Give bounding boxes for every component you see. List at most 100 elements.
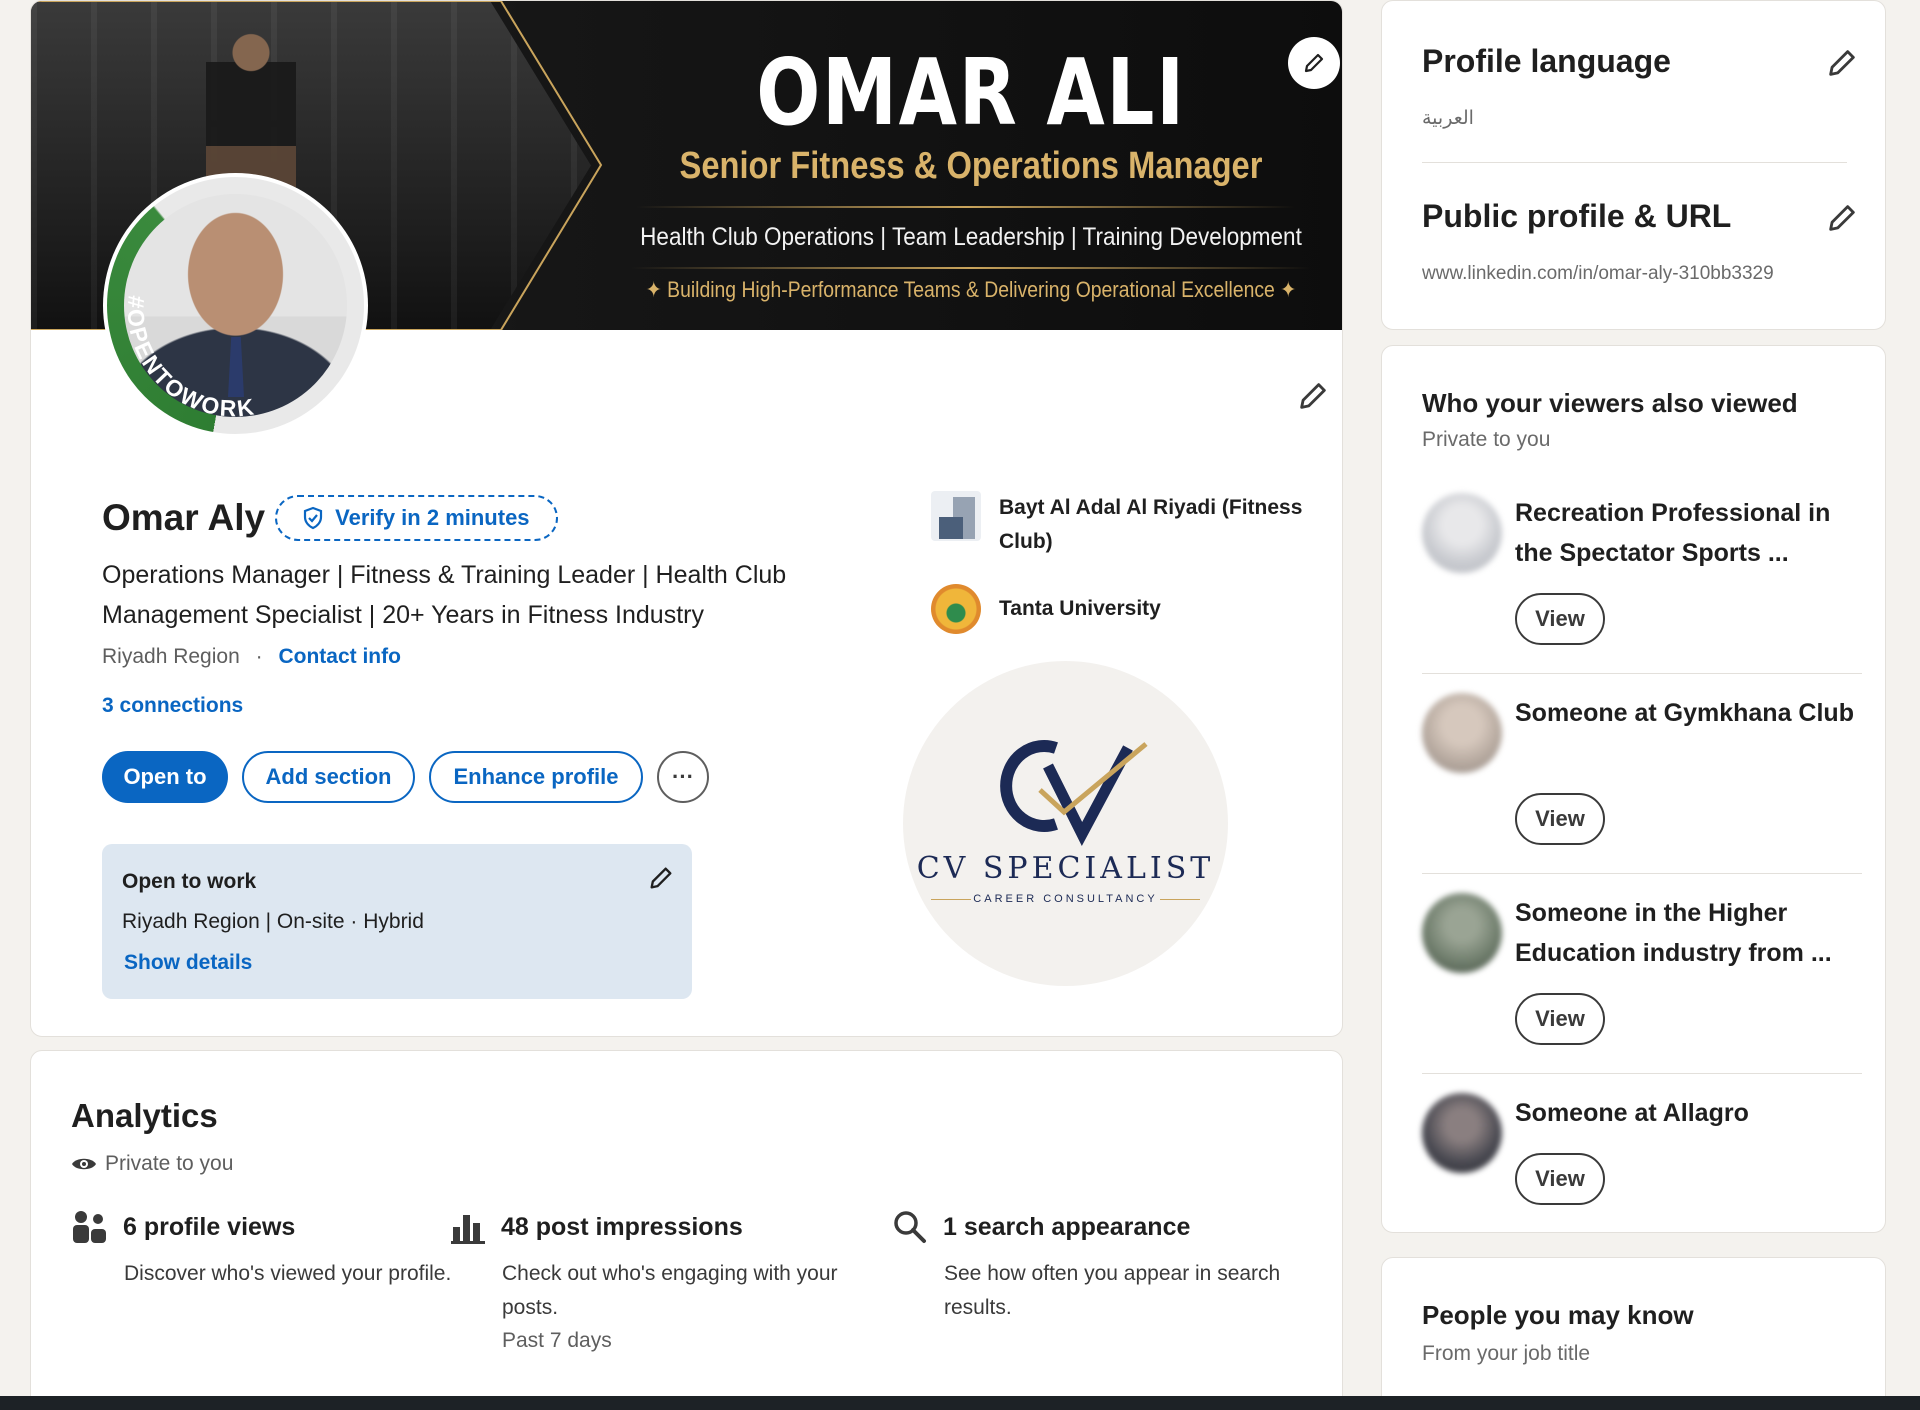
- divider: [1422, 673, 1862, 674]
- name-row: Omar Aly Verify in 2 minutes: [102, 495, 558, 541]
- viewers-subtitle: Private to you: [1422, 428, 1551, 451]
- public-profile-title: Public profile & URL: [1422, 198, 1732, 234]
- analytics-title: Analytics: [71, 1097, 218, 1134]
- profile-language-title: Profile language: [1422, 43, 1671, 79]
- separator-dot: ·: [255, 645, 263, 668]
- pencil-icon: [1829, 205, 1855, 231]
- profile-settings-card: Profile language العربية Public profile …: [1381, 0, 1886, 330]
- divider: [1422, 162, 1847, 163]
- metric-description: Check out who's engaging with your posts…: [502, 1262, 838, 1319]
- profile-card: OMAR ALI Senior Fitness & Operations Man…: [30, 0, 1343, 1037]
- view-button[interactable]: View: [1515, 793, 1605, 845]
- pymk-subtitle: From your job title: [1422, 1342, 1591, 1365]
- profile-name: Omar Aly: [102, 497, 266, 538]
- shield-check-icon: [304, 506, 323, 530]
- public-profile-url: www.linkedin.com/in/omar-aly-310bb3329: [1422, 263, 1774, 284]
- pencil-icon: [1304, 53, 1324, 73]
- divider: [1422, 873, 1862, 874]
- metric-description: Discover who's viewed your profile.: [124, 1262, 452, 1285]
- viewer-name: Someone in the Higher Education industry…: [1515, 899, 1832, 967]
- metric-footnote: Past 7 days: [502, 1329, 612, 1352]
- banner-name: OMAR ALI: [756, 39, 1186, 146]
- company-logo: [931, 491, 981, 541]
- divider: [1422, 1073, 1862, 1074]
- metric-title: 1 search appearance: [943, 1212, 1191, 1241]
- current-company[interactable]: Bayt Al Adal Al Riyadi (Fitness Club): [931, 491, 1341, 559]
- metric-profile-views[interactable]: 6 profile views Discover who's viewed yo…: [71, 1209, 451, 1291]
- verify-button[interactable]: Verify in 2 minutes: [275, 495, 558, 541]
- edit-intro-button[interactable]: [1293, 376, 1333, 416]
- bottom-bar: [0, 1396, 1920, 1410]
- open-to-work-frame: #OPENTOWORK: [107, 177, 364, 434]
- metric-title: 6 profile views: [123, 1212, 296, 1241]
- profile-headline: Operations Manager | Fitness & Training …: [102, 561, 787, 629]
- profile-location: Riyadh Region: [102, 645, 240, 668]
- open-to-work-title: Open to work: [122, 870, 257, 893]
- analytics-privacy: Private to you: [71, 1152, 233, 1176]
- edit-profile-language-button[interactable]: [1822, 43, 1862, 83]
- education-school[interactable]: Tanta University: [931, 584, 1341, 634]
- show-details-link[interactable]: Show details: [124, 951, 252, 975]
- profile-actions: Open to Add section Enhance profile ···: [102, 751, 709, 803]
- open-to-button[interactable]: Open to: [102, 751, 228, 803]
- analytics-card: Analytics Private to you 6 profile views…: [30, 1050, 1343, 1410]
- viewer-name: Recreation Professional in the Spectator…: [1515, 499, 1831, 567]
- profile-photo[interactable]: #OPENTOWORK: [103, 173, 368, 438]
- pymk-title: People you may know: [1422, 1300, 1694, 1330]
- open-to-work-card: Open to work Riyadh Region | On-site · H…: [102, 844, 692, 999]
- view-button[interactable]: View: [1515, 993, 1605, 1045]
- view-button[interactable]: View: [1515, 1153, 1605, 1205]
- contact-info-link[interactable]: Contact info: [278, 645, 400, 668]
- metric-description: See how often you appear in search resul…: [944, 1262, 1281, 1319]
- viewer-name: Someone at Gymkhana Club: [1515, 699, 1854, 727]
- people-you-may-know-card: People you may know From your job title: [1381, 1257, 1886, 1410]
- svg-text:#OPENTOWORK: #OPENTOWORK: [122, 295, 257, 422]
- edit-public-profile-button[interactable]: [1822, 198, 1862, 238]
- avatar: [1422, 693, 1502, 773]
- list-item[interactable]: Recreation Professional in the Spectator…: [1422, 493, 1862, 674]
- open-to-work-detail: Riyadh Region | On-site · Hybrid: [122, 910, 424, 933]
- avatar: [1422, 493, 1502, 573]
- profile-language-value: العربية: [1422, 108, 1474, 129]
- eye-icon: [72, 1158, 96, 1170]
- viewers-title: Who your viewers also viewed: [1422, 388, 1798, 418]
- list-item[interactable]: Someone at Gymkhana Club View: [1422, 693, 1862, 874]
- cv-monogram-icon: [1000, 740, 1148, 846]
- add-section-button[interactable]: Add section: [242, 751, 415, 803]
- cv-logo-rule: [1160, 899, 1200, 900]
- more-actions-button[interactable]: ···: [657, 751, 709, 803]
- verify-label: Verify in 2 minutes: [335, 505, 530, 530]
- banner-title: Senior Fitness & Operations Manager: [679, 145, 1263, 187]
- viewer-name: Someone at Allagro: [1515, 1099, 1749, 1127]
- avatar: [1422, 893, 1502, 973]
- list-item[interactable]: Someone in the Higher Education industry…: [1422, 893, 1862, 1074]
- pencil-icon: [1829, 50, 1855, 76]
- company-name: Bayt Al Adal Al Riyadi (Fitness Club): [999, 496, 1303, 553]
- connections-link[interactable]: 3 connections: [102, 694, 243, 718]
- search-icon: [894, 1211, 926, 1243]
- edit-open-to-work-button[interactable]: [647, 864, 675, 897]
- location-row: Riyadh Region · Contact info: [102, 645, 401, 669]
- metric-post-impressions[interactable]: 48 post impressions Check out who's enga…: [449, 1209, 838, 1353]
- enhance-profile-button[interactable]: Enhance profile: [429, 751, 643, 803]
- cv-specialist-logo: CV SPECIALIST CAREER CONSULTANCY: [903, 661, 1228, 986]
- banner-tagline: ✦ Building High-Performance Teams & Deli…: [645, 277, 1297, 302]
- cv-logo-name: CV SPECIALIST: [916, 851, 1215, 886]
- people-icon: [73, 1211, 106, 1243]
- banner-divider: [636, 206, 1296, 208]
- opentowork-ring-label: #OPENTOWORK: [122, 295, 257, 422]
- list-item[interactable]: Someone at Allagro View: [1422, 1093, 1847, 1223]
- bar-chart-icon: [451, 1215, 485, 1244]
- viewers-also-viewed-card: Who your viewers also viewed Private to …: [1381, 345, 1886, 1233]
- opentowork-text: #OPENTOWORK: [122, 295, 255, 422]
- pencil-icon: [650, 867, 672, 889]
- school-logo: [931, 584, 981, 634]
- banner-specialties: Health Club Operations | Team Leadership…: [640, 223, 1302, 251]
- avatar: [1422, 1093, 1502, 1173]
- view-button[interactable]: View: [1515, 593, 1605, 645]
- pencil-icon: [1300, 383, 1326, 409]
- school-name: Tanta University: [999, 597, 1161, 620]
- metric-search-appearance[interactable]: 1 search appearance See how often you ap…: [891, 1209, 1280, 1325]
- analytics-private-label: Private to you: [105, 1152, 234, 1175]
- banner-edit-button[interactable]: [1288, 37, 1340, 89]
